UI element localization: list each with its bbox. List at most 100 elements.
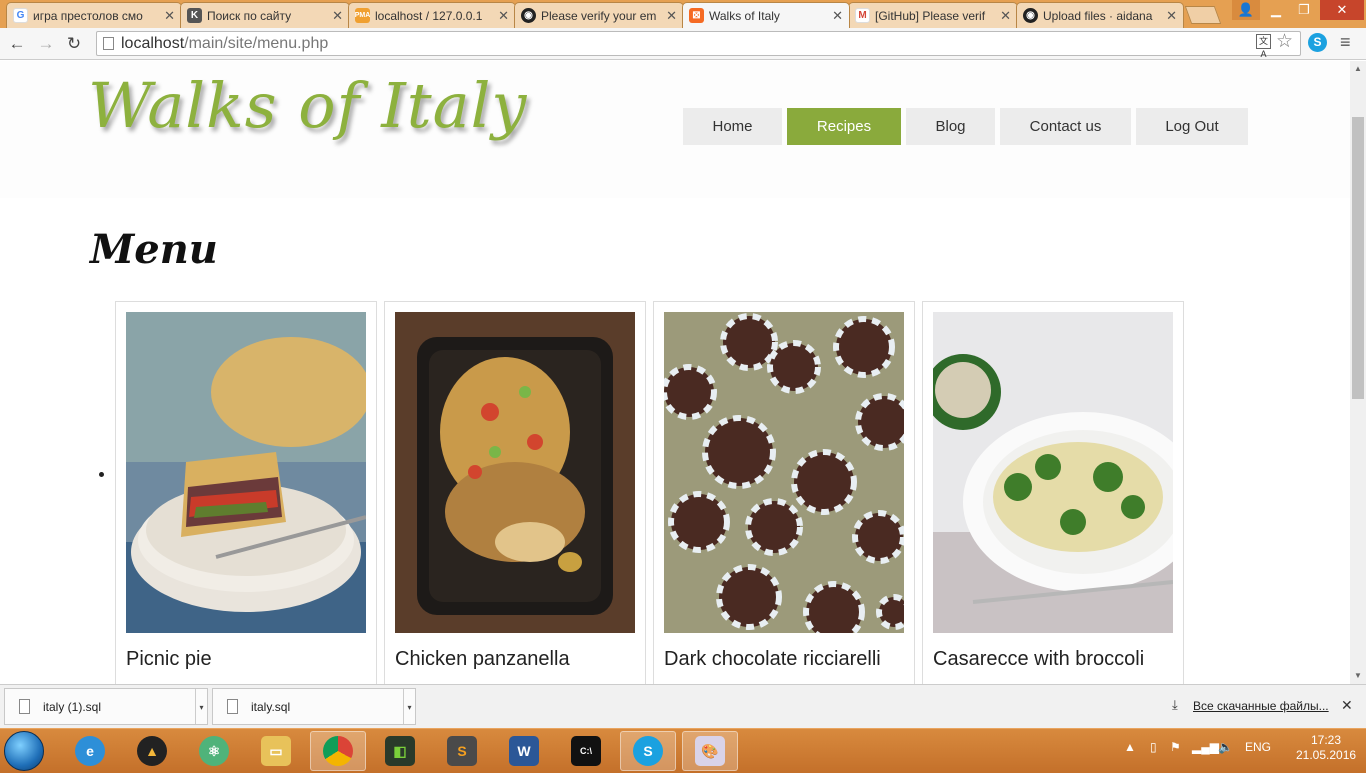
scroll-down-icon[interactable]: ▼ [1354,671,1362,680]
file-icon [227,699,238,714]
xampp-icon: ⊠ [689,8,704,23]
taskbar-atom[interactable]: ⚛ [186,731,242,771]
tab-google-search[interactable]: G игра престолов смо ✕ [6,2,182,28]
tab-gmail[interactable]: M [GitHub] Please verif ✕ [848,2,1018,28]
paint-icon: 🎨 [695,736,725,766]
bookmark-star-icon[interactable]: ☆ [1276,30,1293,53]
recipe-name[interactable]: Dark chocolate ricciarelli [664,648,881,671]
taskbar-aimp[interactable]: ▲ [124,731,180,771]
close-icon[interactable]: ✕ [1166,8,1177,24]
skype-icon: S [633,736,663,766]
tab-github-upload[interactable]: ◉ Upload files · aidana ✕ [1016,2,1184,28]
taskbar-explorer[interactable]: ▭ [248,731,304,771]
network-icon[interactable]: ▂▄▆ [1192,740,1219,754]
chevron-down-icon[interactable]: ▾ [195,689,207,724]
download-item[interactable]: italy.sql ▾ [212,688,416,725]
recipe-card[interactable]: Chicken panzanella [384,301,646,684]
taskbar-skype[interactable]: S [620,731,676,771]
language-indicator[interactable]: ENG [1245,740,1271,754]
internet-explorer-icon: e [75,736,105,766]
chicken-panzanella-photo[interactable] [395,312,635,633]
picnic-pie-photo[interactable] [126,312,366,633]
list-bullet [99,472,104,477]
restore-button[interactable]: ❐ [1290,0,1318,20]
nav-recipes[interactable]: Recipes [787,108,901,145]
github-icon: ◉ [1023,8,1038,23]
word-icon: W [509,736,539,766]
scroll-up-icon[interactable]: ▲ [1354,64,1362,73]
close-icon[interactable]: ✕ [1341,697,1353,714]
show-hidden-icons[interactable]: ▲ [1124,740,1136,754]
google-icon: G [13,8,28,23]
taskbar-word[interactable]: W [496,731,552,771]
close-icon[interactable]: ✕ [498,8,509,24]
page-icon [103,37,114,50]
taskbar-sublime[interactable]: S [434,731,490,771]
browser-menu-icon[interactable]: ≡ [1340,32,1351,53]
user-profile-icon[interactable]: 👤 [1232,0,1260,20]
skype-extension-icon[interactable]: S [1308,33,1327,52]
phpmyadmin-icon: PMA [355,8,370,23]
reload-button[interactable]: ↻ [63,33,85,55]
tab-github-verify[interactable]: ◉ Please verify your em ✕ [514,2,684,28]
chevron-down-icon[interactable]: ▾ [403,689,415,724]
file-icon [19,699,30,714]
taskbar-cmd[interactable]: C:\ [558,731,614,771]
k-icon: K [187,8,202,23]
browser-tab-strip: G игра престолов смо ✕ K Поиск по сайту … [0,0,1366,28]
page-title: Menu [90,226,218,273]
close-icon[interactable]: ✕ [832,8,843,24]
battery-icon[interactable]: ▯ [1150,740,1157,754]
scrollbar-thumb[interactable] [1352,117,1364,399]
nav-blog[interactable]: Blog [906,108,995,145]
site-logo[interactable]: Walks of Italy [88,69,527,142]
nav-contact-us[interactable]: Contact us [1000,108,1131,145]
close-icon[interactable]: ✕ [164,8,175,24]
download-icon: ⤓ [1172,697,1178,712]
tab-site-search[interactable]: K Поиск по сайту ✕ [180,2,350,28]
start-button[interactable] [4,731,44,771]
folder-icon: ▭ [261,736,291,766]
window-close-button[interactable]: ✕ [1320,0,1364,20]
address-bar[interactable]: localhost/main/site/menu.php [96,31,1301,56]
gmail-icon: M [855,8,870,23]
github-icon: ◉ [521,8,536,23]
recipe-card[interactable]: Dark chocolate ricciarelli [653,301,915,684]
volume-icon[interactable]: 🔈 [1218,740,1233,754]
nav-log-out[interactable]: Log Out [1136,108,1248,145]
recipe-name[interactable]: Picnic pie [126,648,212,671]
new-tab-button[interactable] [1184,6,1222,24]
tab-walks-of-italy[interactable]: ⊠ Walks of Italy ✕ [682,2,850,28]
taskbar-paint[interactable]: 🎨 [682,731,738,771]
taskbar-ie[interactable]: e [62,731,118,771]
close-icon[interactable]: ✕ [1000,8,1011,24]
page-scrollbar[interactable]: ▲ ▼ [1350,61,1366,684]
site-header: Walks of Italy Home Recipes Blog Contact… [0,61,1350,198]
page-viewport: Walks of Italy Home Recipes Blog Contact… [0,61,1350,684]
windows-taskbar: e ▲ ⚛ ▭ ◧ S W C:\ S 🎨 [0,728,1366,773]
taskbar-camtasia[interactable]: ◧ [372,731,428,771]
aimp-icon: ▲ [137,736,167,766]
chocolate-cookies-photo[interactable] [664,312,904,633]
browser-toolbar: ← → ↻ localhost/main/site/menu.php [0,28,1366,60]
show-all-downloads-link[interactable]: Все скачанные файлы... [1193,699,1329,713]
recipe-name[interactable]: Casarecce with broccoli [933,648,1144,671]
back-button[interactable]: ← [6,33,28,55]
pasta-broccoli-photo[interactable] [933,312,1173,633]
recipe-card[interactable]: Casarecce with broccoli [922,301,1184,684]
tab-phpmyadmin[interactable]: PMA localhost / 127.0.0.1 ✕ [348,2,516,28]
forward-button[interactable]: → [35,33,57,55]
translate-icon[interactable]: 文A [1256,34,1271,59]
recipe-card[interactable]: Picnic pie [115,301,377,684]
minimize-button[interactable]: ▁ [1262,0,1290,20]
taskbar-chrome[interactable] [310,731,366,771]
download-item[interactable]: italy (1).sql ▾ [4,688,208,725]
action-center-icon[interactable]: ⚑ [1170,740,1181,754]
nav-home[interactable]: Home [683,108,782,145]
close-icon[interactable]: ✕ [666,8,677,24]
atom-icon: ⚛ [199,736,229,766]
sublime-text-icon: S [447,736,477,766]
recipe-name[interactable]: Chicken panzanella [395,648,570,671]
close-icon[interactable]: ✕ [332,8,343,24]
system-clock[interactable]: 17:23 21.05.2016 [1296,733,1356,763]
